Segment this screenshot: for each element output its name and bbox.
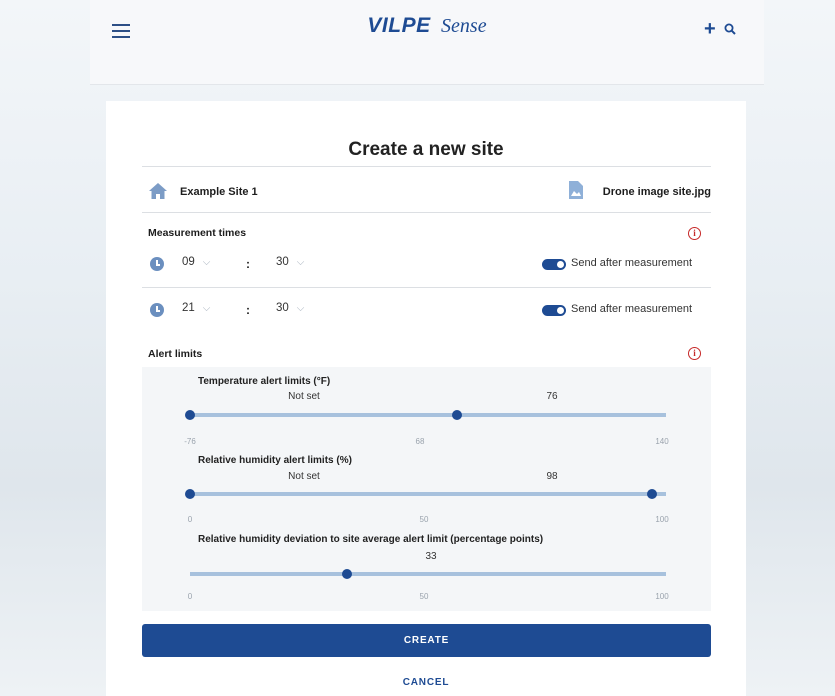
humidity-mid-tick: 50 [419, 515, 429, 524]
hour-value: 09 [182, 256, 195, 268]
chevron-down-icon: ⌵ [296, 303, 305, 314]
divider [142, 212, 711, 213]
alert-limits-label: Alert limits [148, 348, 203, 360]
humidity-slider-track[interactable] [185, 489, 666, 499]
clock-icon [150, 303, 164, 317]
chevron-down-icon: ⌵ [296, 257, 305, 268]
minute-select[interactable]: 30 ⌵ [276, 256, 304, 268]
temperature-mid-tick: 68 [415, 437, 425, 446]
measurement-time-row: 21 ⌵ : 30 ⌵ Send after measurement [142, 297, 711, 325]
site-image-name[interactable]: Drone image site.jpg [603, 186, 711, 198]
clock-icon [150, 257, 164, 271]
logo-brand: VILPE [367, 14, 431, 37]
minute-select[interactable]: 30 ⌵ [276, 302, 304, 314]
temperature-slider-track[interactable] [185, 410, 666, 420]
temperature-slider-title: Temperature alert limits (°F) [198, 376, 331, 387]
minute-value: 30 [276, 256, 289, 268]
measurement-times-label: Measurement times [148, 227, 247, 239]
site-row: Example Site 1 Drone image site.jpg [142, 175, 711, 209]
temperature-low-value: Not set [288, 391, 320, 402]
time-separator: : [246, 303, 250, 317]
temperature-min-tick: -76 [184, 437, 196, 446]
deviation-slider-track[interactable] [190, 569, 666, 579]
divider [142, 287, 711, 288]
temperature-low-thumb[interactable] [185, 410, 195, 420]
info-icon[interactable]: i [688, 347, 701, 360]
page-title: Create a new site [348, 139, 504, 160]
site-name[interactable]: Example Site 1 [180, 186, 258, 198]
deviation-value: 33 [425, 551, 437, 562]
send-after-label: Send after measurement [571, 257, 693, 269]
send-after-toggle[interactable] [542, 259, 566, 270]
deviation-min-tick: 0 [187, 592, 193, 601]
top-bar: VILPE Sense + [90, 0, 764, 85]
alert-limits-panel: Temperature alert limits (°F) Not set 76… [142, 367, 711, 611]
temperature-high-thumb[interactable] [451, 410, 462, 420]
create-button[interactable]: CREATE [142, 624, 711, 657]
temperature-high-value: 76 [546, 391, 558, 402]
time-separator: : [246, 257, 250, 271]
deviation-slider-title: Relative humidity deviation to site aver… [198, 534, 544, 545]
logo-product: Sense [441, 15, 487, 37]
plus-icon[interactable]: + [704, 18, 716, 41]
temperature-max-tick: 140 [655, 437, 669, 446]
logo: VILPE Sense [90, 14, 764, 38]
deviation-mid-tick: 50 [419, 592, 429, 601]
divider [142, 166, 711, 167]
minute-value: 30 [276, 302, 289, 314]
humidity-slider-title: Relative humidity alert limits (%) [198, 455, 352, 466]
image-icon [569, 181, 583, 199]
search-icon[interactable] [724, 23, 736, 35]
chevron-down-icon: ⌵ [202, 303, 211, 314]
humidity-low-thumb[interactable] [185, 489, 195, 499]
create-site-card: Create a new site Example Site 1 Drone i… [106, 101, 746, 696]
info-icon[interactable]: i [688, 227, 701, 240]
measurement-time-row: 09 ⌵ : 30 ⌵ Send after measurement [142, 251, 711, 279]
send-after-label: Send after measurement [571, 303, 693, 315]
humidity-high-value: 98 [546, 471, 558, 482]
hour-select[interactable]: 21 ⌵ [182, 302, 210, 314]
humidity-high-thumb[interactable] [646, 489, 657, 499]
home-icon [149, 183, 167, 199]
humidity-low-value: Not set [288, 471, 320, 482]
deviation-max-tick: 100 [655, 592, 669, 601]
chevron-down-icon: ⌵ [202, 257, 211, 268]
cancel-button[interactable]: CANCEL [106, 677, 746, 688]
humidity-max-tick: 100 [655, 515, 669, 524]
hour-value: 21 [182, 302, 195, 314]
humidity-min-tick: 0 [187, 515, 193, 524]
deviation-thumb[interactable] [342, 569, 353, 579]
hour-select[interactable]: 09 ⌵ [182, 256, 210, 268]
send-after-toggle[interactable] [542, 305, 566, 316]
